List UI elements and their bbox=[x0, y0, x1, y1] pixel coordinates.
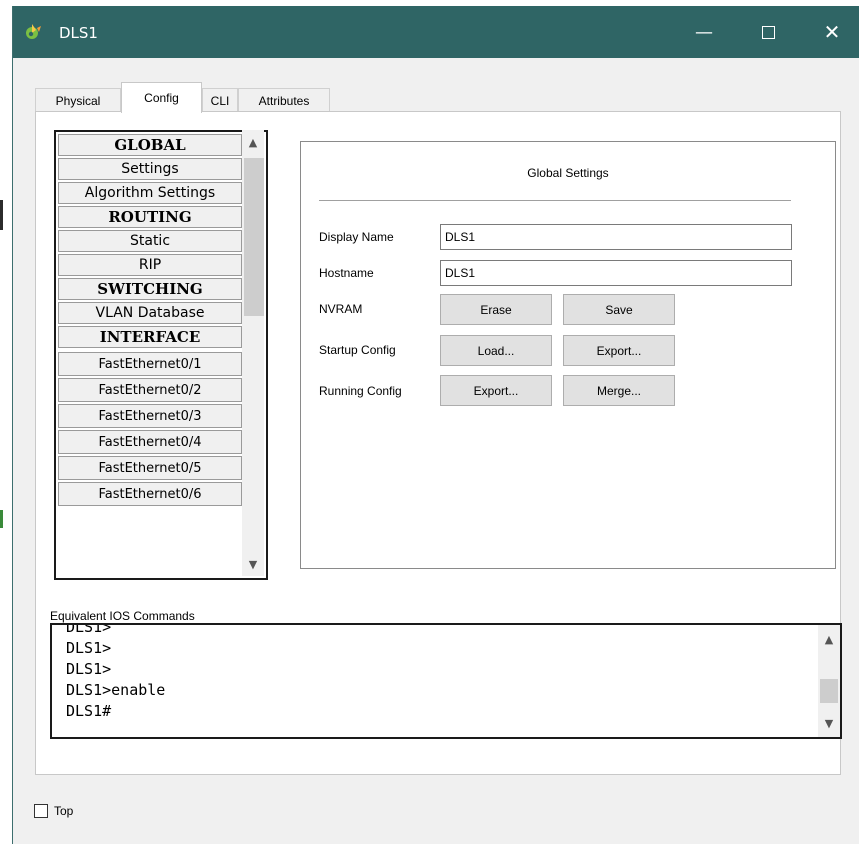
console-line: DLS1> bbox=[66, 660, 112, 678]
scroll-down-icon[interactable]: ▼ bbox=[818, 713, 840, 733]
console-scrollbar[interactable]: ▲ ▼ bbox=[818, 625, 840, 737]
nav-item-interface[interactable]: FastEthernet0/2 bbox=[58, 378, 242, 402]
hostname-label: Hostname bbox=[319, 266, 374, 280]
minimize-icon: — bbox=[695, 21, 713, 43]
tab-attributes[interactable]: Attributes bbox=[238, 88, 330, 112]
background-edge-mark bbox=[0, 200, 3, 230]
top-checkbox-label: Top bbox=[54, 804, 74, 818]
nav-item-interface[interactable]: FastEthernet0/3 bbox=[58, 404, 242, 428]
scrollbar-thumb[interactable] bbox=[820, 679, 838, 703]
minimize-button[interactable]: — bbox=[681, 6, 727, 58]
nav-item-settings[interactable]: Settings bbox=[58, 158, 242, 180]
heading-divider bbox=[319, 200, 791, 201]
nav-header-routing[interactable]: ROUTING bbox=[58, 206, 242, 228]
scrollbar-thumb[interactable] bbox=[244, 158, 264, 316]
top-checkbox[interactable] bbox=[34, 804, 48, 818]
console-lines: DLS1> DLS1> DLS1> DLS1>enable DLS1# bbox=[66, 623, 166, 722]
close-button[interactable]: ✕ bbox=[809, 6, 855, 58]
save-nvram-button[interactable]: Save bbox=[563, 294, 675, 325]
display-name-label: Display Name bbox=[319, 230, 394, 244]
running-config-label: Running Config bbox=[319, 384, 402, 398]
console-line: DLS1# bbox=[66, 702, 112, 720]
tab-config[interactable]: Config bbox=[121, 82, 202, 113]
global-settings-group: Global Settings Display Name DLS1 Hostna… bbox=[300, 141, 836, 569]
export-startup-config-button[interactable]: Export... bbox=[563, 335, 675, 366]
scroll-up-icon[interactable]: ▲ bbox=[818, 629, 840, 649]
load-startup-config-button[interactable]: Load... bbox=[440, 335, 552, 366]
nav-item-interface[interactable]: FastEthernet0/6 bbox=[58, 482, 242, 506]
global-settings-heading: Global Settings bbox=[527, 166, 609, 180]
tab-cli[interactable]: CLI bbox=[202, 88, 238, 112]
nvram-label: NVRAM bbox=[319, 302, 363, 316]
scroll-down-icon[interactable]: ▼ bbox=[242, 554, 264, 574]
startup-config-label: Startup Config bbox=[319, 343, 396, 357]
nav-item-static[interactable]: Static bbox=[58, 230, 242, 252]
scroll-up-icon[interactable]: ▲ bbox=[242, 132, 264, 152]
tab-physical[interactable]: Physical bbox=[35, 88, 121, 112]
erase-nvram-button[interactable]: Erase bbox=[440, 294, 552, 325]
title-bar[interactable]: DLS1 — ✕ bbox=[13, 6, 859, 58]
nav-scrollbar[interactable]: ▲ ▼ bbox=[242, 130, 264, 576]
ios-commands-console[interactable]: DLS1> DLS1> DLS1> DLS1>enable DLS1# ▲ ▼ bbox=[50, 623, 842, 739]
close-icon: ✕ bbox=[823, 20, 841, 44]
background-edge-mark bbox=[0, 510, 3, 528]
merge-running-config-button[interactable]: Merge... bbox=[563, 375, 675, 406]
nav-header-interface[interactable]: INTERFACE bbox=[58, 326, 242, 348]
hostname-field[interactable]: DLS1 bbox=[440, 260, 792, 286]
window-title: DLS1 bbox=[59, 24, 98, 42]
nav-item-vlan-database[interactable]: VLAN Database bbox=[58, 302, 242, 324]
nav-item-interface[interactable]: FastEthernet0/1 bbox=[58, 352, 242, 376]
console-line: DLS1> bbox=[66, 623, 112, 636]
device-window: DLS1 — ✕ Physical Config CLI Attributes … bbox=[12, 6, 859, 844]
ios-commands-label: Equivalent IOS Commands bbox=[50, 609, 195, 623]
packet-tracer-app-icon bbox=[26, 24, 41, 39]
nav-item-algorithm-settings[interactable]: Algorithm Settings bbox=[58, 182, 242, 204]
display-name-field[interactable]: DLS1 bbox=[440, 224, 792, 250]
maximize-icon bbox=[761, 25, 775, 39]
nav-item-interface[interactable]: FastEthernet0/4 bbox=[58, 430, 242, 454]
nav-header-switching[interactable]: SWITCHING bbox=[58, 278, 242, 300]
nav-item-rip[interactable]: RIP bbox=[58, 254, 242, 276]
console-line: DLS1> bbox=[66, 639, 112, 657]
nav-item-interface[interactable]: FastEthernet0/5 bbox=[58, 456, 242, 480]
maximize-button[interactable] bbox=[745, 6, 791, 58]
config-nav-list: GLOBAL Settings Algorithm Settings ROUTI… bbox=[54, 130, 268, 580]
export-running-config-button[interactable]: Export... bbox=[440, 375, 552, 406]
nav-header-global[interactable]: GLOBAL bbox=[58, 134, 242, 156]
console-line: DLS1>enable bbox=[66, 681, 166, 699]
